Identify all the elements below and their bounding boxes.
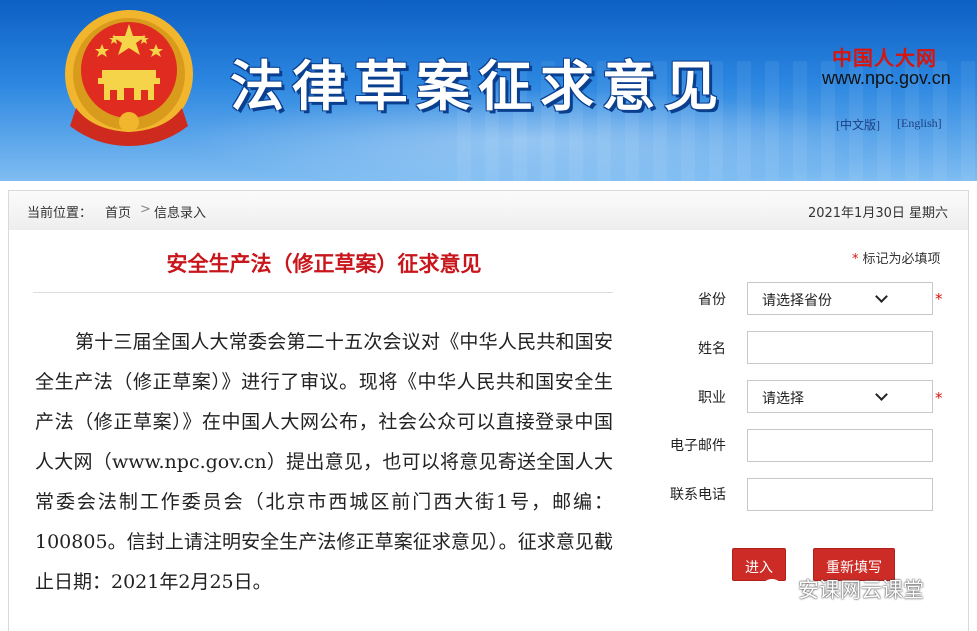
npc-logo[interactable]: 中国人大网 <box>832 42 937 71</box>
national-emblem-icon <box>65 10 193 146</box>
wechat-icon <box>762 579 788 599</box>
lang-chinese-link[interactable]: [中文版] <box>836 116 880 133</box>
breadcrumb-label: 当前位置： <box>27 206 93 221</box>
title-divider <box>33 292 613 293</box>
current-date: 2021年1月30日 星期六 <box>807 206 948 221</box>
province-select-value: 请选择省份 <box>762 293 832 309</box>
article-title: 安全生产法（修正草案）征求意见 <box>166 251 482 276</box>
required-star: * <box>852 252 859 267</box>
occupation-required-star: * <box>935 389 943 407</box>
province-select[interactable]: 请选择省份 <box>747 282 933 315</box>
occupation-select[interactable]: 请选择 <box>747 380 933 413</box>
required-note-text: 标记为必填项 <box>862 252 941 267</box>
name-input[interactable] <box>747 331 933 364</box>
breadcrumb-separator: > <box>140 202 151 217</box>
required-note: * 标记为必填项 <box>852 248 941 267</box>
phone-label: 联系电话 <box>670 487 726 503</box>
email-input[interactable] <box>747 429 933 462</box>
chevron-down-icon <box>875 290 888 303</box>
submit-button[interactable]: 进入 <box>732 548 786 581</box>
phone-input[interactable] <box>747 478 933 511</box>
email-label: 电子邮件 <box>670 438 726 454</box>
site-url[interactable]: www.npc.gov.cn <box>822 68 951 89</box>
lang-english-link[interactable]: [English] <box>897 116 942 131</box>
breadcrumb-home-link[interactable]: 首页 <box>105 202 131 221</box>
chevron-down-icon <box>875 388 888 401</box>
page-title: 法律草案征求意见 <box>230 54 726 118</box>
name-label: 姓名 <box>698 341 726 357</box>
header-banner: 法律草案征求意见 中国人大网 www.npc.gov.cn [中文版] [Eng… <box>0 0 977 181</box>
breadcrumb: 当前位置： 首页 > 信息录入 2021年1月30日 星期六 <box>8 190 969 230</box>
article-body: 第十三届全国人大常委会第二十五次会议对《中华人民共和国安全生产法（修正草案）》进… <box>35 331 613 593</box>
breadcrumb-current: 信息录入 <box>154 206 207 221</box>
occupation-select-value: 请选择 <box>762 391 804 407</box>
occupation-label: 职业 <box>698 390 726 406</box>
watermark-text: 安课网云课堂 <box>798 578 924 602</box>
province-required-star: * <box>935 290 943 308</box>
province-label: 省份 <box>698 292 726 308</box>
